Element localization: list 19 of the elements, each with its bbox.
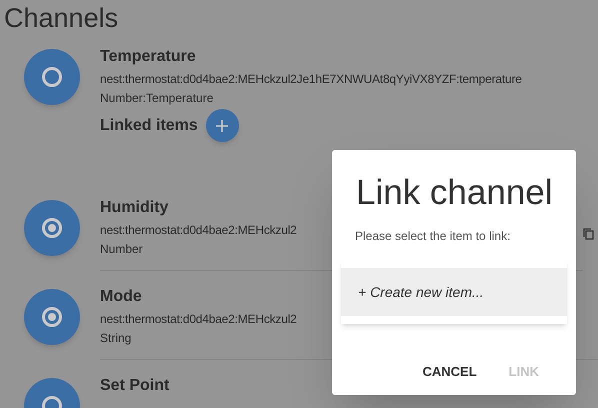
- channel-type: Number:Temperature: [100, 91, 214, 105]
- dialog-prompt: Please select the item to link:: [354, 228, 512, 245]
- page-title: Channels: [3, 2, 120, 35]
- channel-uid: nest:thermostat:d0d4bae2:MEHckzul2: [100, 312, 297, 326]
- plus-icon: [215, 118, 230, 132]
- list-item[interactable]: + Create new item...: [341, 268, 567, 316]
- channel-type: Number: [100, 242, 143, 256]
- channel-name: Humidity: [100, 198, 168, 218]
- add-link-button[interactable]: [206, 109, 239, 142]
- channel-type: String: [100, 331, 132, 345]
- channel-uid: nest:thermostat:d0d4bae2:MEHckzul2Je1hE7XNWUAt8qYyiVX8YZF:temperature: [100, 72, 522, 86]
- channel-name: Set Point: [100, 376, 170, 396]
- channel-uid: nest:thermostat:d0d4bae2:MEHckzul2: [100, 223, 297, 237]
- channel-name: Temperature: [100, 47, 196, 67]
- linked-items-label: Linked items: [100, 116, 198, 136]
- dialog-title: Link channel: [355, 175, 554, 210]
- channel-name: Mode: [100, 287, 142, 307]
- copy-icon[interactable]: [583, 228, 594, 240]
- cancel-button[interactable]: CANCEL: [412, 357, 487, 387]
